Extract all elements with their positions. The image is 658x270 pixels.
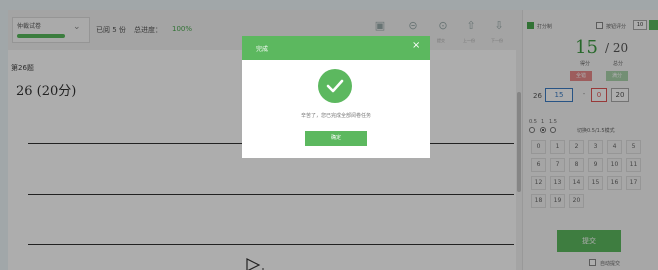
dialog-header: 完成 × [242,36,430,60]
close-icon[interactable]: × [412,41,420,51]
dialog-message: 辛苦了，您已完成全部阅卷任务 [300,113,371,119]
completion-dialog: 完成 × 辛苦了，您已完成全部阅卷任务 确定 [242,36,430,158]
success-check-icon [318,69,352,103]
dialog-title: 完成 [256,46,269,53]
ok-button[interactable]: 确定 [305,131,367,146]
